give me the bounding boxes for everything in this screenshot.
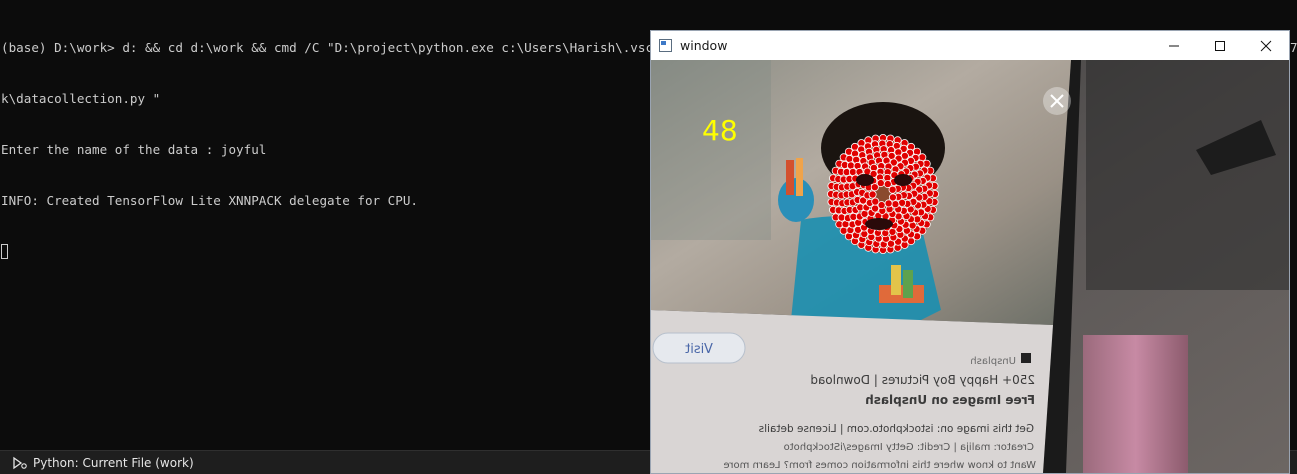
landmark-point [846, 161, 855, 170]
license-line: Get this image on: istockphoto.com | Lic… [759, 423, 1034, 435]
landmark-feature [894, 174, 912, 186]
source-label: Unsplash [970, 356, 1016, 367]
landmark-point [884, 199, 893, 208]
landmark-point [891, 200, 900, 209]
landmark-point [839, 226, 848, 235]
landmark-point [871, 204, 880, 213]
window-title: window [680, 38, 728, 53]
camera-frame: Visit Unsplash 250+ Happy Boy Pictures |… [651, 60, 1289, 473]
landmark-point [848, 168, 857, 177]
landmark-point [876, 179, 885, 188]
debug-run-icon[interactable] [12, 456, 28, 470]
headline-2: Free Images on Unsplash [865, 393, 1035, 407]
landmark-point [868, 190, 877, 199]
opencv-window[interactable]: window Visit Unsplash 250+ Happy Boy Pic… [650, 30, 1290, 474]
minimize-icon [1169, 45, 1179, 46]
headline-1: 250+ Happy Boy Pictures | Download [810, 373, 1035, 387]
close-button[interactable] [1243, 31, 1289, 60]
window-titlebar[interactable]: window [651, 31, 1289, 60]
unsplash-logo [1021, 353, 1031, 363]
text-cursor [1, 244, 8, 259]
landmark-point [845, 154, 854, 163]
landmark-point [918, 153, 927, 162]
minimize-button[interactable] [1151, 31, 1197, 60]
curtain [1083, 335, 1188, 473]
fps-counter: 48 [702, 114, 738, 147]
landmark-feature [856, 174, 874, 186]
landmark-feature [865, 218, 893, 230]
learn-more-line: Want to know where this information come… [723, 460, 1036, 471]
visit-label: Visit [685, 342, 713, 357]
maximize-icon [1215, 40, 1225, 51]
landmark-point [877, 201, 886, 210]
maximize-button[interactable] [1197, 31, 1243, 60]
window-controls [1151, 31, 1289, 60]
app-icon [659, 39, 672, 52]
close-icon [1260, 40, 1272, 51]
debug-config-label[interactable]: Python: Current File (work) [33, 456, 194, 470]
camera-image: Visit Unsplash 250+ Happy Boy Pictures |… [651, 60, 1289, 473]
creator-line: Creator: malija | Credit: Getty Images/i… [784, 442, 1034, 453]
landmark-point [888, 185, 897, 194]
